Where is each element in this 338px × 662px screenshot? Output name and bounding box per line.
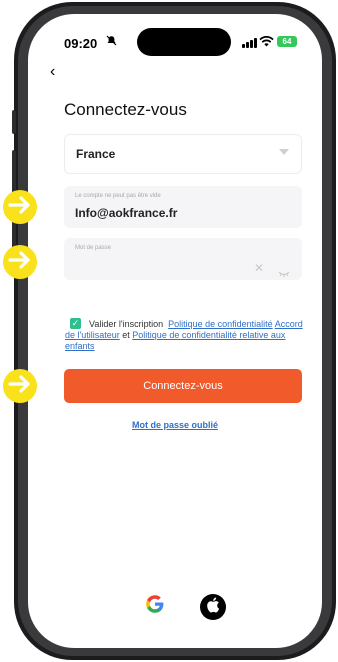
apple-icon xyxy=(206,597,220,618)
consent-label: Valider l'inscription xyxy=(89,319,164,329)
arrow-right-icon xyxy=(8,374,32,399)
country-value: France xyxy=(76,147,116,161)
apple-login-button[interactable] xyxy=(200,594,226,620)
clear-icon[interactable]: ✕ xyxy=(254,261,264,275)
dynamic-island xyxy=(137,28,231,56)
side-button xyxy=(12,110,16,134)
chevron-down-icon xyxy=(279,149,289,155)
arrow-marker xyxy=(3,245,37,279)
status-time: 09:20 xyxy=(64,36,98,51)
account-field[interactable]: Le compte ne peut pas être vide Info@aok… xyxy=(64,186,302,228)
account-hint: Le compte ne peut pas être vide xyxy=(75,193,161,199)
password-field[interactable]: Mot de passe ✕ xyxy=(64,238,302,280)
battery-icon: 64 xyxy=(277,36,297,47)
app-screen: 09:20 64 ‹ Connectez-vous France Le comp… xyxy=(28,14,322,648)
google-icon xyxy=(145,594,165,619)
back-chevron-icon[interactable]: ‹ xyxy=(50,64,55,80)
arrow-right-icon xyxy=(8,250,32,275)
signal-icon xyxy=(242,38,257,48)
login-button[interactable]: Connectez-vous xyxy=(64,369,302,403)
account-value: Info@aokfrance.fr xyxy=(75,206,178,220)
privacy-policy-link[interactable]: Politique de confidentialité xyxy=(168,319,273,329)
password-placeholder: Mot de passe xyxy=(75,245,112,251)
arrow-marker xyxy=(3,369,37,403)
google-login-button[interactable] xyxy=(144,594,166,619)
and-text: et xyxy=(122,330,130,340)
arrow-marker xyxy=(3,190,37,224)
consent-text: Valider l'inscription Politique de confi… xyxy=(65,319,310,352)
arrow-right-icon xyxy=(8,195,32,220)
eye-closed-icon[interactable] xyxy=(278,264,290,282)
page-title: Connectez-vous xyxy=(64,100,187,119)
country-select[interactable]: France xyxy=(64,134,302,174)
bell-muted-icon xyxy=(106,35,117,49)
forgot-password-link[interactable]: Mot de passe oublié xyxy=(28,420,322,430)
wifi-icon xyxy=(259,34,274,52)
side-button xyxy=(12,150,16,196)
